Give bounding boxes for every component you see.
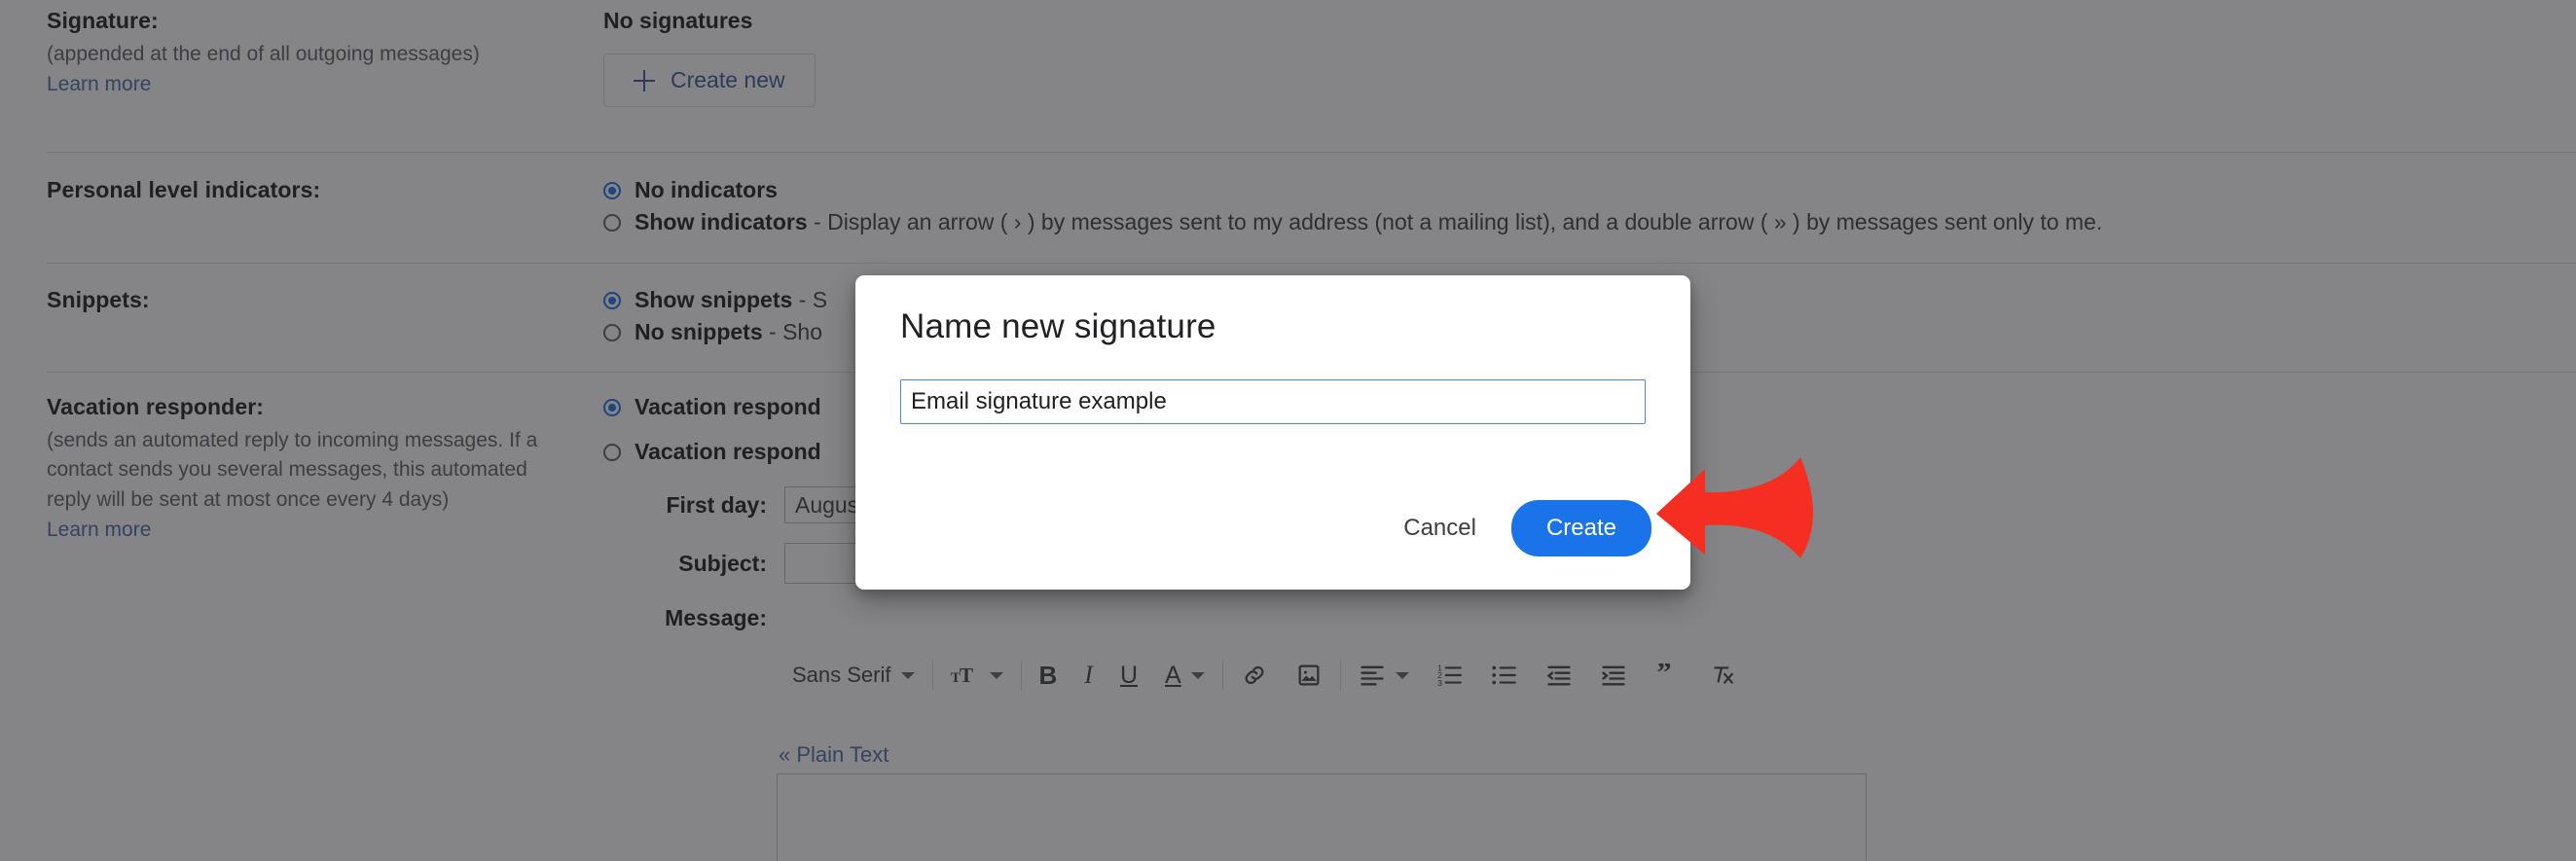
name-new-signature-dialog: Name new signature Cancel Create [855,275,1690,590]
dialog-actions: Cancel Create [1378,500,1651,556]
screen: Signature: (appended at the end of all o… [0,0,2576,861]
signature-name-input[interactable] [900,379,1646,424]
dialog-title: Name new signature [900,307,1216,345]
cancel-button[interactable]: Cancel [1378,501,1502,556]
create-button[interactable]: Create [1510,500,1651,556]
